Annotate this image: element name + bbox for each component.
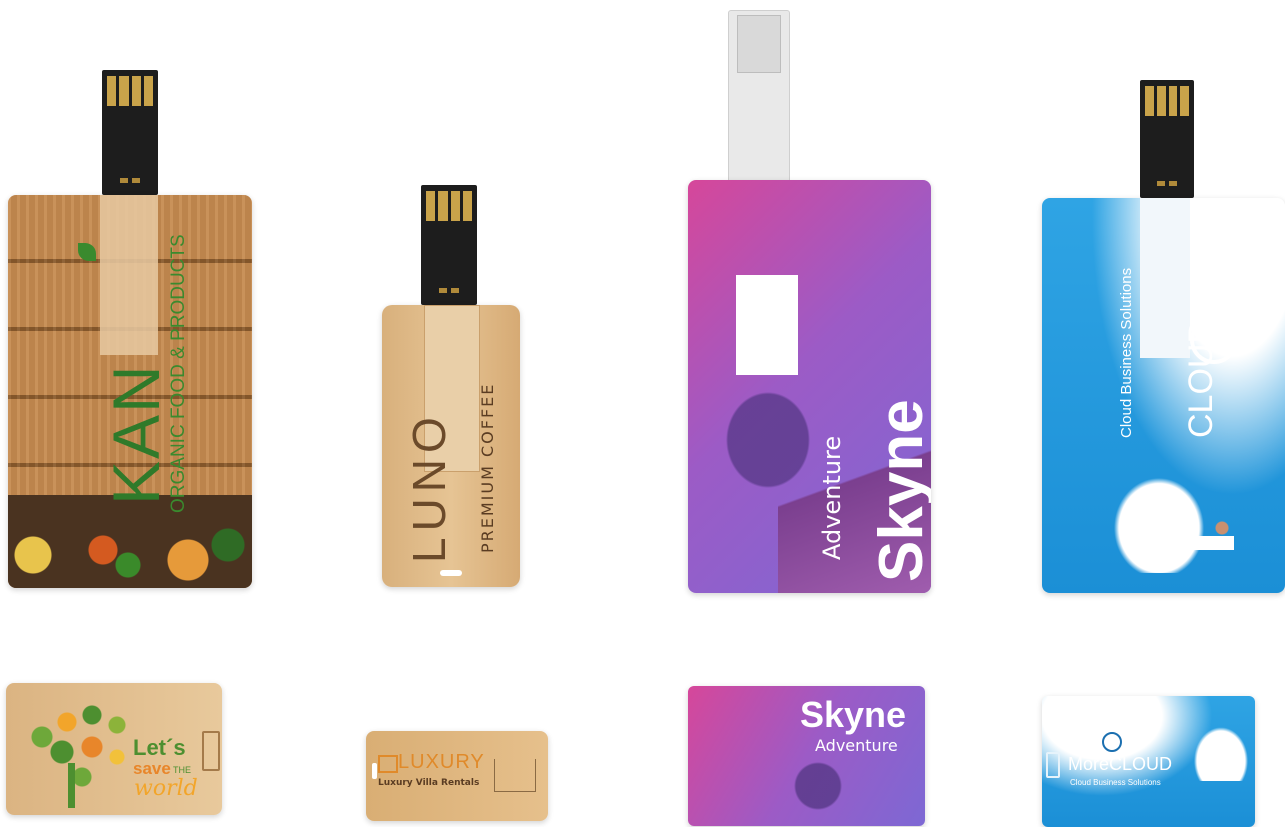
villa-sketch-icon [494,759,536,792]
usb-connector [102,70,158,195]
cloud-image [1194,726,1249,781]
lets-text: Let´s [133,735,186,760]
brand-luno: LUNO [403,411,455,563]
vegetables-image [8,495,252,588]
slider-window [736,275,798,375]
leaf-icon [78,243,96,261]
usb-connector [1140,80,1194,198]
person-image [1174,518,1234,558]
brand-luxury: LUXURY [398,751,485,773]
tagline-organic: ORGANIC FOOD & PRODUCTS [168,234,189,513]
slider-slot [100,195,158,355]
mini-card-save-world: Let´s save THE world [6,683,222,815]
tree-icon [22,697,137,807]
wood-card: KAN ORGANIC FOOD & PRODUCTS [8,195,252,588]
mini-card-luxury: LUXURY Luxury Villa Rentals [366,731,548,821]
cloud-logo-icon [1102,732,1122,752]
usb-connector [728,10,790,187]
bamboo-card: LUNO PREMIUM COFFEE [382,305,520,587]
world-text: world [134,776,198,801]
usb-card-cloud: CLOUD Cloud Business Solutions [1030,0,1285,600]
tagline-adventure-small: Adventure [815,736,898,755]
brand-kan: KAN [99,363,173,505]
brand-morecloud: MoreCLOUD [1068,754,1173,774]
usb-card-luno: LUNO PREMIUM COFFEE [360,0,560,600]
slider-latch [202,731,220,771]
usb-connector [421,185,477,305]
purple-card: Skyne Adventure [688,180,931,593]
slider-latch [1046,752,1060,778]
tagline-morecloud: Cloud Business Solutions [1070,778,1161,787]
house-icon [378,755,398,773]
tagline-premium-coffee: PREMIUM COFFEE [478,382,497,553]
tagline-cloud-business: Cloud Business Solutions [1118,267,1135,438]
trunk [68,763,75,808]
mini-card-skyne: Skyne Adventure [688,686,925,826]
usb-card-kan: KAN ORGANIC FOOD & PRODUCTS [0,0,260,600]
brand-cloud: CLOUD [1182,318,1220,438]
lanyard-hole [440,570,462,576]
tagline-adventure: Adventure [818,435,846,560]
brand-skyne-small: Skyne [800,694,907,735]
tagline-villa: Luxury Villa Rentals [378,778,480,788]
paraglider-image [788,756,848,816]
usb-card-skyne: Skyne Adventure [680,0,940,600]
lanyard-hole [372,763,377,779]
the-text: THE [173,765,191,775]
brand-skyne: Skyne [867,399,931,582]
blue-card: CLOUD Cloud Business Solutions [1042,198,1285,593]
mini-card-morecloud: MoreCLOUD Cloud Business Solutions [1042,696,1255,827]
